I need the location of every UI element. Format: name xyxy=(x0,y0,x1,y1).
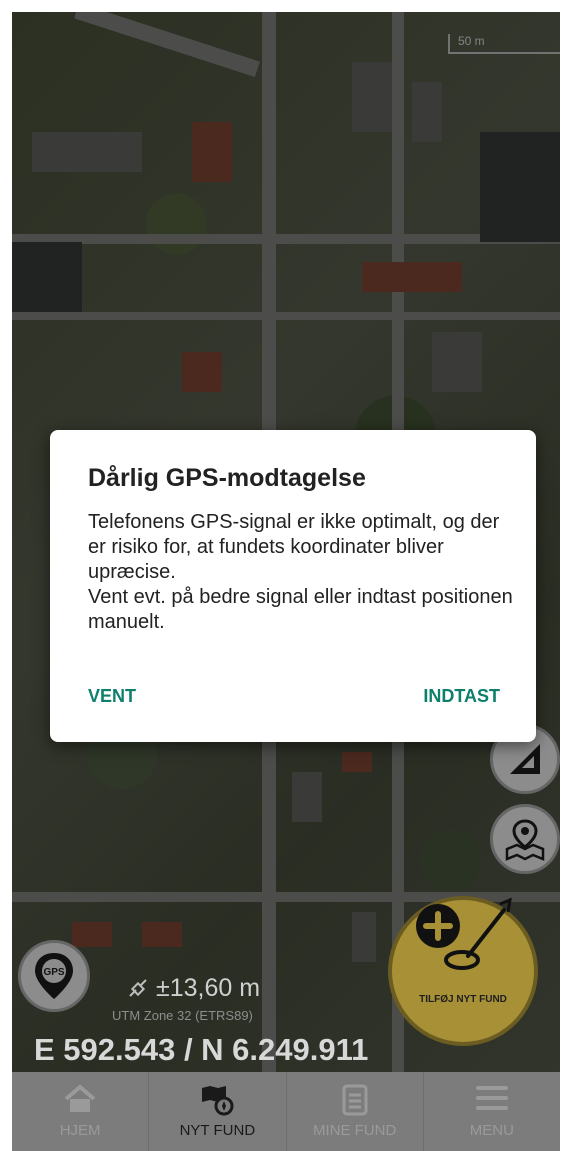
home-icon xyxy=(64,1085,96,1112)
gps-accuracy-value: ±13,60 m xyxy=(156,974,261,1002)
wait-button[interactable]: VENT xyxy=(88,686,136,707)
ruler-triangle-icon xyxy=(510,744,540,774)
tab-new-find[interactable]: NYT FUND xyxy=(148,1072,285,1151)
tab-menu-label: MENU xyxy=(469,1122,514,1139)
tab-new-find-label: NYT FUND xyxy=(179,1122,256,1139)
dialog-message: Telefonens GPS-signal er ikke optimalt, … xyxy=(88,511,513,633)
utm-zone: UTM Zone 32 (ETRS89) xyxy=(112,1008,253,1023)
metal-detector-icon xyxy=(416,897,512,970)
gps-button[interactable]: GPS xyxy=(18,940,90,1012)
hamburger-menu-icon xyxy=(475,1086,508,1110)
gps-pin-icon: GPS xyxy=(35,953,73,999)
coordinates: E 592.543 / N 6.249.911 xyxy=(34,1032,369,1067)
tab-my-finds-label: MINE FUND xyxy=(312,1122,397,1139)
tab-my-finds[interactable]: MINE FUND xyxy=(285,1072,423,1151)
document-list-icon xyxy=(342,1084,368,1116)
dialog-title: Dårlig GPS-modtagelse xyxy=(88,464,366,492)
gps-label: GPS xyxy=(43,967,64,978)
enter-manually-button[interactable]: INDTAST xyxy=(423,686,500,707)
gps-accuracy: ±13,60 m xyxy=(126,974,260,1003)
bottom-tab-bar: HJEM NYT FUND MINE FUND MENU xyxy=(12,1072,560,1151)
add-find-button[interactable]: TILFØJ NYT FUND xyxy=(388,896,538,1046)
app-screen: 50 m GPS TILFØJ NYT FUND ±13,60 m UTM Zo… xyxy=(12,12,560,1151)
add-find-label: TILFØJ NYT FUND xyxy=(419,994,507,1005)
tab-home[interactable]: HJEM xyxy=(12,1072,148,1151)
tab-home-label: HJEM xyxy=(59,1122,101,1139)
gps-warning-dialog: Dårlig GPS-modtagelse Telefonens GPS-sig… xyxy=(50,430,536,742)
map-location-button[interactable] xyxy=(490,804,560,874)
map-compass-icon xyxy=(202,1086,234,1116)
tab-menu[interactable]: MENU xyxy=(422,1072,560,1151)
map-pin-icon xyxy=(505,819,545,861)
